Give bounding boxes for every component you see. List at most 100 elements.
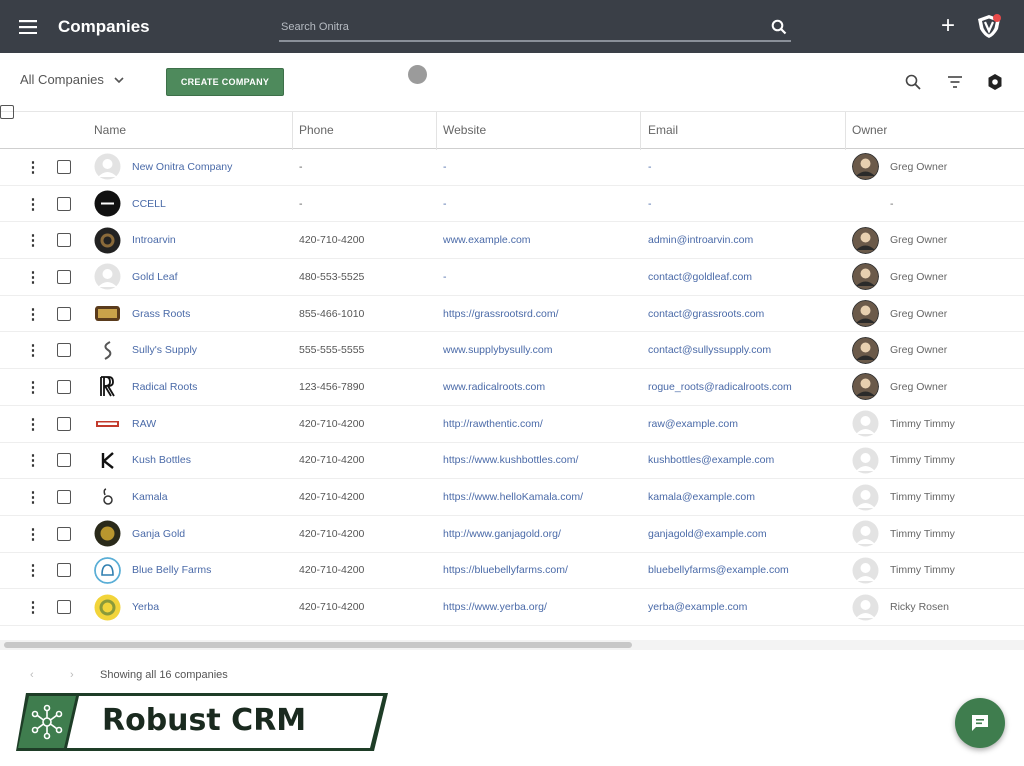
scrollbar-thumb[interactable] xyxy=(4,642,632,648)
company-name-link[interactable]: Radical Roots xyxy=(132,369,292,405)
company-name-link[interactable]: Kamala xyxy=(132,479,292,515)
company-website-link[interactable]: - xyxy=(443,186,638,222)
row-actions-button[interactable]: ⋮ xyxy=(23,222,43,258)
list-search-button[interactable] xyxy=(904,73,922,91)
next-page-button[interactable]: › xyxy=(70,669,74,681)
add-button[interactable]: + xyxy=(936,14,960,39)
company-email-link[interactable]: bluebellyfarms@example.com xyxy=(648,553,843,589)
company-website-link[interactable]: www.supplybysully.com xyxy=(443,332,638,368)
company-website-link[interactable]: http://rawthentic.com/ xyxy=(443,406,638,442)
company-name-link[interactable]: Ganja Gold xyxy=(132,516,292,552)
menu-button[interactable] xyxy=(0,0,56,53)
row-actions-button[interactable]: ⋮ xyxy=(23,296,43,332)
column-header-email[interactable]: Email xyxy=(648,112,678,148)
company-name-link[interactable]: Kush Bottles xyxy=(132,443,292,479)
company-email-link[interactable]: kamala@example.com xyxy=(648,479,843,515)
company-email-link[interactable]: ganjagold@example.com xyxy=(648,516,843,552)
company-email-link[interactable]: admin@introarvin.com xyxy=(648,222,843,258)
row-checkbox[interactable] xyxy=(57,600,71,615)
view-selector[interactable]: All Companies xyxy=(20,72,124,87)
company-name-link[interactable]: Gold Leaf xyxy=(132,259,292,295)
table-row[interactable]: ⋮ Radical Roots 123-456-7890 www.radicalroo… xyxy=(0,369,1024,406)
row-actions-button[interactable]: ⋮ xyxy=(23,259,43,295)
company-name-link[interactable]: CCELL xyxy=(132,186,292,222)
row-actions-button[interactable]: ⋮ xyxy=(23,186,43,222)
company-email-link[interactable]: kushbottles@example.com xyxy=(648,443,843,479)
previous-page-button[interactable]: ‹ xyxy=(30,669,34,681)
row-checkbox[interactable] xyxy=(57,563,71,578)
company-website-link[interactable]: https://www.helloKamala.com/ xyxy=(443,479,638,515)
company-email-link[interactable]: contact@goldleaf.com xyxy=(648,259,843,295)
company-name-link[interactable]: Yerba xyxy=(132,589,292,625)
company-name-link[interactable]: RAW xyxy=(132,406,292,442)
company-name-link[interactable]: New Onitra Company xyxy=(132,149,292,185)
row-actions-button[interactable]: ⋮ xyxy=(23,479,43,515)
row-actions-button[interactable]: ⋮ xyxy=(23,553,43,589)
table-row[interactable]: ⋮ Blue Belly Farms 420-710-4200 https://blu… xyxy=(0,553,1024,590)
row-actions-button[interactable]: ⋮ xyxy=(23,406,43,442)
company-email-link[interactable]: - xyxy=(648,186,843,222)
column-header-phone[interactable]: Phone xyxy=(299,112,334,148)
company-email-link[interactable]: yerba@example.com xyxy=(648,589,843,625)
row-checkbox[interactable] xyxy=(57,343,71,358)
company-logo xyxy=(94,300,121,327)
row-checkbox[interactable] xyxy=(57,453,71,468)
account-button[interactable] xyxy=(974,11,1004,41)
table-row[interactable]: ⋮ Ganja Gold 420-710-4200 http://www.ganjag… xyxy=(0,516,1024,553)
row-checkbox[interactable] xyxy=(57,233,71,248)
table-row[interactable]: ⋮ Introarvin 420-710-4200 www.example.com ad… xyxy=(0,222,1024,260)
column-header-website[interactable]: Website xyxy=(443,112,486,148)
table-row[interactable]: ⋮ Yerba 420-710-4200 https://www.yerba.org/… xyxy=(0,589,1024,626)
company-name-link[interactable]: Introarvin xyxy=(132,222,292,258)
company-email-link[interactable]: contact@sullyssupply.com xyxy=(648,332,843,368)
row-checkbox[interactable] xyxy=(57,416,71,431)
search-button[interactable] xyxy=(767,15,791,39)
settings-button[interactable] xyxy=(986,73,1004,91)
company-website-link[interactable]: https://grassrootsrd.com/ xyxy=(443,296,638,332)
table-row[interactable]: ⋮ Sully's Supply 555-555-5555 www.supplybys… xyxy=(0,332,1024,370)
company-email-link[interactable]: - xyxy=(648,149,843,185)
company-email-link[interactable]: raw@example.com xyxy=(648,406,843,442)
company-website-link[interactable]: https://www.kushbottles.com/ xyxy=(443,443,638,479)
horizontal-scrollbar[interactable] xyxy=(0,640,1024,650)
column-header-owner[interactable]: Owner xyxy=(852,112,887,148)
company-website-link[interactable]: - xyxy=(443,149,638,185)
row-checkbox[interactable] xyxy=(57,159,71,174)
row-checkbox[interactable] xyxy=(57,379,71,394)
search-input[interactable] xyxy=(279,21,767,33)
table-row[interactable]: ⋮ RAW 420-710-4200 http://rawthentic.com/ra… xyxy=(0,406,1024,443)
company-website-link[interactable]: http://www.ganjagold.org/ xyxy=(443,516,638,552)
row-actions-button[interactable]: ⋮ xyxy=(23,369,43,405)
create-company-button[interactable]: CREATE COMPANY xyxy=(166,68,284,96)
company-website-link[interactable]: www.radicalroots.com xyxy=(443,369,638,405)
table-row[interactable]: ⋮ New Onitra Company - - - Greg Owner xyxy=(0,149,1024,186)
table-row[interactable]: ⋮ Kush Bottles 420-710-4200 https://www.kus… xyxy=(0,443,1024,480)
row-actions-button[interactable]: ⋮ xyxy=(23,516,43,552)
company-email-link[interactable]: rogue_roots@radicalroots.com xyxy=(648,369,843,405)
company-name-link[interactable]: Sully's Supply xyxy=(132,332,292,368)
row-actions-button[interactable]: ⋮ xyxy=(23,443,43,479)
table-row[interactable]: ⋮ Grass Roots 855-466-1010 https://grassroo… xyxy=(0,296,1024,333)
company-website-link[interactable]: www.example.com xyxy=(443,222,638,258)
table-row[interactable]: ⋮ Gold Leaf 480-553-5525 - contact@goldleaf.… xyxy=(0,259,1024,296)
table-row[interactable]: ⋮ Kamala 420-710-4200 https://www.helloKama… xyxy=(0,479,1024,516)
row-checkbox[interactable] xyxy=(57,306,71,321)
chat-button[interactable] xyxy=(955,698,1005,748)
company-website-link[interactable]: - xyxy=(443,259,638,295)
row-checkbox[interactable] xyxy=(57,526,71,541)
row-checkbox[interactable] xyxy=(57,490,71,505)
company-website-link[interactable]: https://bluebellyfarms.com/ xyxy=(443,553,638,589)
company-email-link[interactable]: contact@grassroots.com xyxy=(648,296,843,332)
column-header-name[interactable]: Name xyxy=(94,112,126,148)
row-checkbox[interactable] xyxy=(57,196,71,211)
row-actions-button[interactable]: ⋮ xyxy=(23,589,43,625)
company-name-link[interactable]: Blue Belly Farms xyxy=(132,553,292,589)
row-actions-button[interactable]: ⋮ xyxy=(23,332,43,368)
row-actions-button[interactable]: ⋮ xyxy=(23,149,43,185)
company-name-link[interactable]: Grass Roots xyxy=(132,296,292,332)
filter-button[interactable] xyxy=(946,73,964,91)
row-checkbox[interactable] xyxy=(57,269,71,284)
table-row[interactable]: ⋮ CCELL - - - - xyxy=(0,186,1024,223)
select-all-checkbox[interactable] xyxy=(0,105,14,119)
company-website-link[interactable]: https://www.yerba.org/ xyxy=(443,589,638,625)
